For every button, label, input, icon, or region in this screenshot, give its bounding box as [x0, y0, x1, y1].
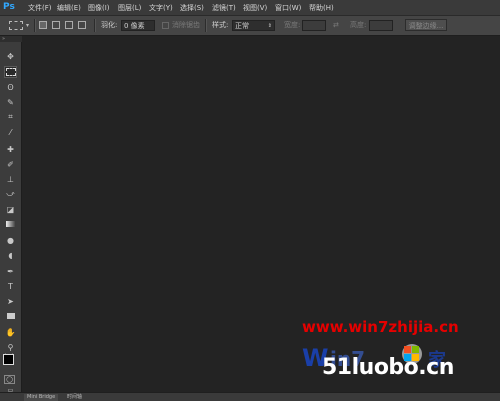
height-label: 高度:: [350, 21, 367, 29]
panel-collapse-icon[interactable]: »: [0, 36, 23, 42]
history-brush-tool-icon[interactable]: ⤻: [4, 188, 17, 200]
lasso-tool-icon[interactable]: ʘ: [4, 81, 17, 93]
quick-mask-icon[interactable]: ◯: [4, 375, 15, 384]
menu-select[interactable]: 选择(S): [180, 3, 204, 13]
menu-file[interactable]: 文件(F): [28, 3, 52, 13]
new-selection-icon[interactable]: [39, 21, 47, 29]
pen-tool-icon[interactable]: ✒: [4, 265, 17, 277]
eraser-tool-icon[interactable]: ◪: [4, 203, 17, 215]
feather-input[interactable]: 0 像素: [121, 20, 155, 31]
hand-tool-icon[interactable]: ✋: [4, 326, 17, 338]
add-selection-icon[interactable]: [52, 21, 60, 29]
move-tool-icon[interactable]: ✥: [4, 50, 17, 62]
quick-selection-tool-icon[interactable]: ✎: [4, 96, 17, 108]
menu-image[interactable]: 图像(I): [88, 3, 110, 13]
marquee-tool-preset-icon[interactable]: [9, 21, 23, 30]
antialias-checkbox[interactable]: [162, 22, 169, 29]
clone-stamp-tool-icon[interactable]: ⊥: [4, 173, 17, 185]
style-label: 样式:: [212, 21, 229, 29]
width-label: 宽度:: [284, 21, 301, 29]
watermark-site: 51luobo.cn: [322, 355, 454, 380]
watermark-url: www.win7zhijia.cn: [302, 318, 459, 336]
divider: [34, 19, 36, 32]
rectangle-tool-icon[interactable]: [4, 310, 17, 322]
photoshop-logo: Ps: [3, 2, 15, 12]
chevron-down-icon[interactable]: ▾: [26, 20, 29, 31]
type-tool-icon[interactable]: T: [4, 280, 17, 292]
dodge-tool-icon[interactable]: ◖: [4, 249, 17, 261]
divider: [205, 19, 207, 32]
healing-brush-tool-icon[interactable]: ✚: [4, 143, 17, 155]
blur-tool-icon[interactable]: ●: [4, 234, 17, 246]
antialias-label: 消除锯齿: [172, 21, 200, 29]
tools-panel: » ✥ ʘ ✎ ⌗ ⁄ ✚ ✐ ⊥ ⤻ ◪ ● ◖ ✒ T ➤ ✋ ⚲ ↰ ↱ …: [0, 36, 23, 394]
swap-icon[interactable]: ⇄: [333, 20, 339, 31]
rectangular-marquee-tool-icon[interactable]: [4, 66, 17, 78]
divider: [94, 19, 96, 32]
gradient-tool-icon[interactable]: [4, 218, 17, 230]
width-input[interactable]: [302, 20, 326, 31]
eyedropper-tool-icon[interactable]: ⁄: [4, 126, 17, 138]
zoom-tool-icon[interactable]: ⚲: [4, 341, 17, 353]
options-bar: ▾ 羽化: 0 像素 消除锯齿 样式: 正常 ⇕ 宽度: ⇄ 高度: 调整边缘.…: [0, 16, 500, 36]
refine-edge-button[interactable]: 调整边缘...: [405, 19, 447, 31]
height-input[interactable]: [369, 20, 393, 31]
menu-help[interactable]: 帮助(H): [309, 3, 334, 13]
menu-edit[interactable]: 编辑(E): [57, 3, 81, 13]
menu-type[interactable]: 文字(Y): [149, 3, 173, 13]
updown-icon: ⇕: [267, 23, 272, 29]
brush-tool-icon[interactable]: ✐: [4, 158, 17, 170]
crop-tool-icon[interactable]: ⌗: [4, 111, 17, 123]
style-value: 正常: [235, 22, 249, 30]
subtract-selection-icon[interactable]: [65, 21, 73, 29]
menu-view[interactable]: 视图(V): [243, 3, 267, 13]
menu-layer[interactable]: 图层(L): [118, 3, 141, 13]
style-select[interactable]: 正常 ⇕: [232, 20, 275, 31]
menu-bar: Ps 文件(F) 编辑(E) 图像(I) 图层(L) 文字(Y) 选择(S) 滤…: [0, 0, 500, 16]
path-selection-tool-icon[interactable]: ➤: [4, 295, 17, 307]
menu-filter[interactable]: 滤镜(T): [212, 3, 236, 13]
intersect-selection-icon[interactable]: [78, 21, 86, 29]
menu-window[interactable]: 窗口(W): [275, 3, 301, 13]
feather-label: 羽化:: [101, 21, 118, 29]
foreground-color-swatch[interactable]: [3, 354, 14, 365]
